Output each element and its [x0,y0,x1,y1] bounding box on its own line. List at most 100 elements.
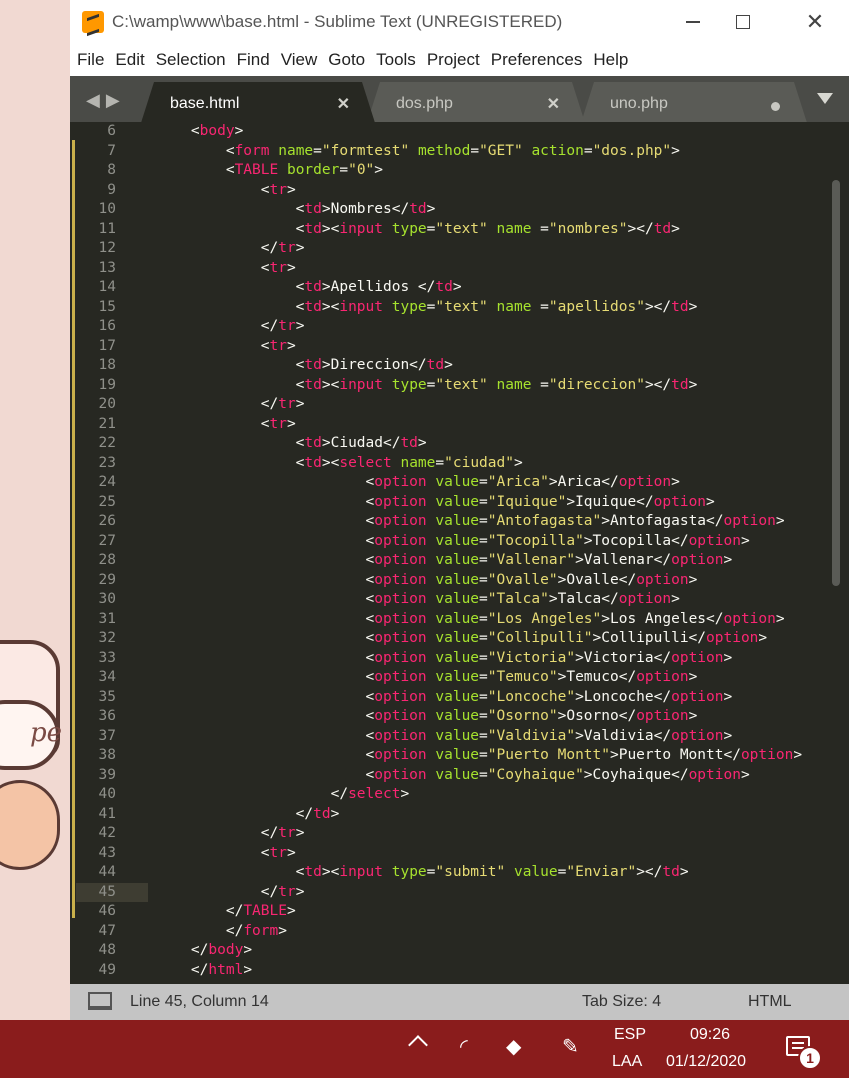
menu-tools[interactable]: Tools [376,50,416,70]
clock-date[interactable]: 01/12/2020 [666,1053,746,1071]
code-token: "text" [435,220,488,237]
code-token: select [339,454,392,471]
code-line[interactable]: 43 <tr> [70,844,849,864]
code-token: < [156,415,270,432]
code-line[interactable]: 41 </td> [70,805,849,825]
code-line[interactable]: 34 <option value="Temuco">Temuco</option… [70,668,849,688]
code-line[interactable]: 45 </tr> [70,883,849,903]
code-token: = [479,591,488,607]
code-token: input [339,376,383,393]
code-line[interactable]: 32 <option value="Collipulli">Collipulli… [70,629,849,649]
code-line[interactable]: 49 </html> [70,961,849,981]
menu-help[interactable]: Help [593,50,628,70]
code-line[interactable]: 29 <option value="Ovalle">Ovalle</option… [70,571,849,591]
code-line[interactable]: 33 <option value="Victoria">Victoria</op… [70,649,849,669]
code-token: > [723,688,733,705]
code-line[interactable]: 6 <body> [70,122,849,142]
input-layout[interactable]: LAA [612,1053,642,1071]
code-line[interactable]: 37 <option value="Valdivia">Valdivia</op… [70,727,849,747]
tab-label: base.html [170,95,240,112]
tab-list-dropdown-icon[interactable] [817,93,833,104]
modified-dot-icon[interactable] [771,102,780,111]
code-line[interactable]: 10 <td>Nombres</td> [70,200,849,220]
close-button[interactable]: ✕ [792,0,838,44]
code-token: option [374,630,427,646]
code-line[interactable]: 38 <option value="Puerto Montt">Puerto M… [70,746,849,766]
code-line[interactable]: 15 <td><input type="text" name ="apellid… [70,298,849,318]
menu-project[interactable]: Project [427,50,480,70]
code-line[interactable]: 40 </select> [70,785,849,805]
title-bar[interactable]: C:\wamp\www\base.html - Sublime Text (UN… [70,0,849,44]
code-line[interactable]: 22 <td>Ciudad</td> [70,434,849,454]
code-text: <option value="Antofagasta">Antofagasta<… [156,512,785,532]
menu-preferences[interactable]: Preferences [491,50,583,70]
dropbox-icon[interactable]: ◆ [506,1034,521,1059]
code-line[interactable]: 11 <td><input type="text" name ="nombres… [70,220,849,240]
code-line[interactable]: 23 <td><select name="ciudad"> [70,454,849,474]
code-line[interactable]: 19 <td><input type="text" name ="direcci… [70,376,849,396]
code-text: <tr> [156,844,296,864]
pen-icon[interactable]: ✎ [562,1034,579,1059]
line-number: 19 [98,376,116,393]
code-line[interactable]: 12 </tr> [70,239,849,259]
clock-time[interactable]: 09:26 [690,1026,730,1044]
code-token: > [688,376,698,393]
code-line[interactable]: 14 <td>Apellidos </td> [70,278,849,298]
code-line[interactable]: 18 <td>Direccion</td> [70,356,849,376]
code-line[interactable]: 48 </body> [70,941,849,961]
tab-scroll-arrows-icon[interactable]: ◀▶ [86,90,126,111]
code-line[interactable]: 25 <option value="Iquique">Iquique</opti… [70,493,849,513]
code-line[interactable]: 31 <option value="Los Angeles">Los Angel… [70,610,849,630]
chevron-up-icon[interactable] [408,1035,428,1055]
maximize-button[interactable] [720,0,766,44]
panel-toggle-icon[interactable] [88,992,112,1010]
code-token: < [156,435,305,451]
code-token: option [374,669,427,685]
code-line[interactable]: 20 </tr> [70,395,849,415]
code-token: "Puerto Montt" [487,747,610,763]
code-line[interactable]: 8 <TABLE border="0"> [70,161,849,181]
code-text: <option value="Tocopilla">Tocopilla</opt… [156,532,750,552]
code-line[interactable]: 27 <option value="Tocopilla">Tocopilla</… [70,532,849,552]
code-line[interactable]: 44 <td><input type="submit" value="Envia… [70,863,849,883]
tab-close-icon[interactable]: ✕ [547,94,560,114]
code-token: td [304,279,322,295]
code-line[interactable]: 39 <option value="Coyhaique">Coyhaique</… [70,766,849,786]
code-line[interactable]: 46 </TABLE> [70,902,849,922]
menu-edit[interactable]: Edit [115,50,144,70]
code-text: <option value="Collipulli">Collipulli</o… [156,629,768,649]
code-line[interactable]: 36 <option value="Osorno">Osorno</option… [70,707,849,727]
menu-selection[interactable]: Selection [156,50,226,70]
code-line[interactable]: 21 <tr> [70,415,849,435]
code-line[interactable]: 47 </form> [70,922,849,942]
code-line[interactable]: 35 <option value="Loncoche">Loncoche</op… [70,688,849,708]
code-line[interactable]: 7 <form name="formtest" method="GET" act… [70,142,849,162]
code-token: value [435,513,480,529]
tab-base-html[interactable]: base.html ✕ [140,82,376,126]
tab-dos-php[interactable]: dos.php ✕ [366,82,586,126]
syntax-selector[interactable]: HTML [748,993,792,1011]
code-line[interactable]: 28 <option value="Vallenar">Vallenar</op… [70,551,849,571]
wifi-icon[interactable]: ◜ [460,1034,468,1059]
window-title: C:\wamp\www\base.html - Sublime Text (UN… [112,12,563,31]
menu-file[interactable]: File [77,50,104,70]
tab-size-selector[interactable]: Tab Size: 4 [582,993,661,1011]
menu-find[interactable]: Find [237,50,270,70]
minimize-button[interactable] [670,0,716,44]
tab-uno-php[interactable]: uno.php [580,82,808,126]
code-line[interactable]: 16 </tr> [70,317,849,337]
code-text: <option value="Temuco">Temuco</option> [156,668,698,688]
code-line[interactable]: 26 <option value="Antofagasta">Antofagas… [70,512,849,532]
menu-view[interactable]: View [281,50,318,70]
code-line[interactable]: 13 <tr> [70,259,849,279]
tab-close-icon[interactable]: ✕ [337,94,350,114]
code-line[interactable]: 30 <option value="Talca">Talca</option> [70,590,849,610]
tab-label: dos.php [396,95,453,112]
code-line[interactable]: 9 <tr> [70,181,849,201]
code-line[interactable]: 24 <option value="Arica">Arica</option> [70,473,849,493]
code-line[interactable]: 42 </tr> [70,824,849,844]
code-editor[interactable]: 6 <body> 7 <form name="formtest" method="… [70,122,849,984]
menu-goto[interactable]: Goto [328,50,365,70]
code-line[interactable]: 17 <tr> [70,337,849,357]
input-language[interactable]: ESP [614,1026,646,1044]
